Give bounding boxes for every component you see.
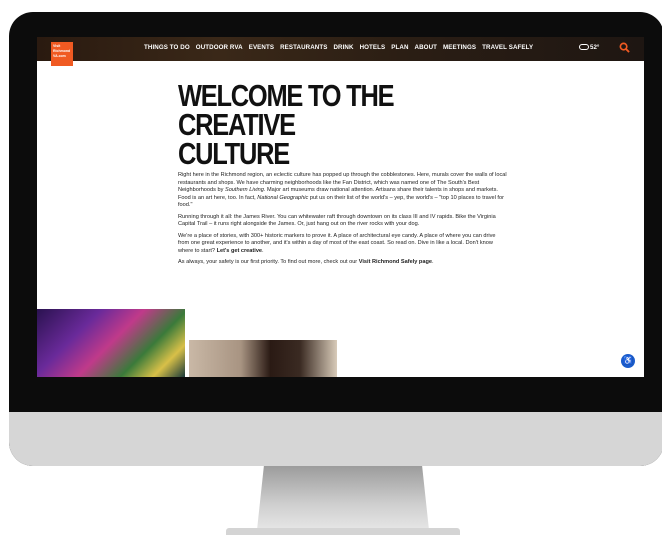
- visit-richmond-safely-link[interactable]: Visit Richmond Safely page: [359, 259, 432, 265]
- p4-end: .: [432, 259, 434, 265]
- nav-item-plan[interactable]: PLAN: [391, 44, 408, 51]
- safety-paragraph: As always, your safety is our first prio…: [178, 259, 508, 267]
- site-logo[interactable]: Visit Richmond VA.com: [51, 42, 73, 66]
- lets-get-creative-link[interactable]: Let's get creative: [217, 248, 262, 254]
- logo-line-3: VA.com: [53, 54, 66, 58]
- title-line-2: CULTURE: [178, 136, 290, 171]
- cloud-icon: [579, 44, 589, 51]
- nav-item-about[interactable]: ABOUT: [415, 44, 438, 51]
- river-paragraph: Running through it all: the James River.…: [178, 213, 496, 228]
- nav-item-events[interactable]: EVENTS: [249, 44, 274, 51]
- p1-emphasis-national-geographic: National Geographic: [257, 194, 309, 201]
- weather-widget[interactable]: 52°: [579, 44, 599, 51]
- nav-item-meetings[interactable]: MEETINGS: [443, 44, 476, 51]
- p3-end: .: [262, 247, 264, 254]
- nav-item-outdoor-rva[interactable]: OUTDOOR RVA: [196, 44, 243, 51]
- main-content: WELCOME TO THE CREATIVE CULTURE Right he…: [178, 78, 508, 267]
- nav-menu: THINGS TO DO OUTDOOR RVA EVENTS RESTAURA…: [144, 44, 533, 51]
- nav-item-travel-safely[interactable]: TRAVEL SAFELY: [482, 44, 533, 51]
- weather-temp: 52°: [590, 44, 600, 51]
- search-icon[interactable]: [619, 42, 630, 53]
- top-nav: Visit Richmond VA.com THINGS TO DO OUTDO…: [37, 37, 644, 66]
- p1-emphasis-southern-living: Southern Living: [224, 187, 264, 193]
- title-line-1: WELCOME TO THE CREATIVE: [178, 78, 395, 142]
- nav-item-hotels[interactable]: HOTELS: [360, 44, 386, 51]
- logo-line-2: Richmond: [53, 49, 71, 53]
- nav-item-things-to-do[interactable]: THINGS TO DO: [144, 44, 190, 51]
- page-title: WELCOME TO THE CREATIVE CULTURE: [178, 78, 506, 171]
- monitor-stand: [257, 466, 429, 530]
- logo-line-1: Visit: [53, 44, 61, 48]
- holiday-lights-image[interactable]: [37, 309, 185, 377]
- portrait-image[interactable]: [189, 340, 337, 377]
- nav-item-drink[interactable]: DRINK: [333, 44, 353, 51]
- monitor: Visit Richmond VA.com THINGS TO DO OUTDO…: [9, 12, 662, 466]
- p4-text: As always, your safety is our first prio…: [178, 259, 359, 265]
- accessibility-icon[interactable]: ♿: [621, 354, 635, 368]
- nav-item-restaurants[interactable]: RESTAURANTS: [280, 44, 327, 51]
- screen: Visit Richmond VA.com THINGS TO DO OUTDO…: [37, 37, 644, 377]
- intro-paragraph: Right here in the Richmond region, an ec…: [178, 172, 508, 210]
- monitor-chin: [9, 412, 662, 466]
- monitor-base: [226, 528, 460, 535]
- stories-paragraph: We're a place of stories, with 300+ hist…: [178, 233, 508, 256]
